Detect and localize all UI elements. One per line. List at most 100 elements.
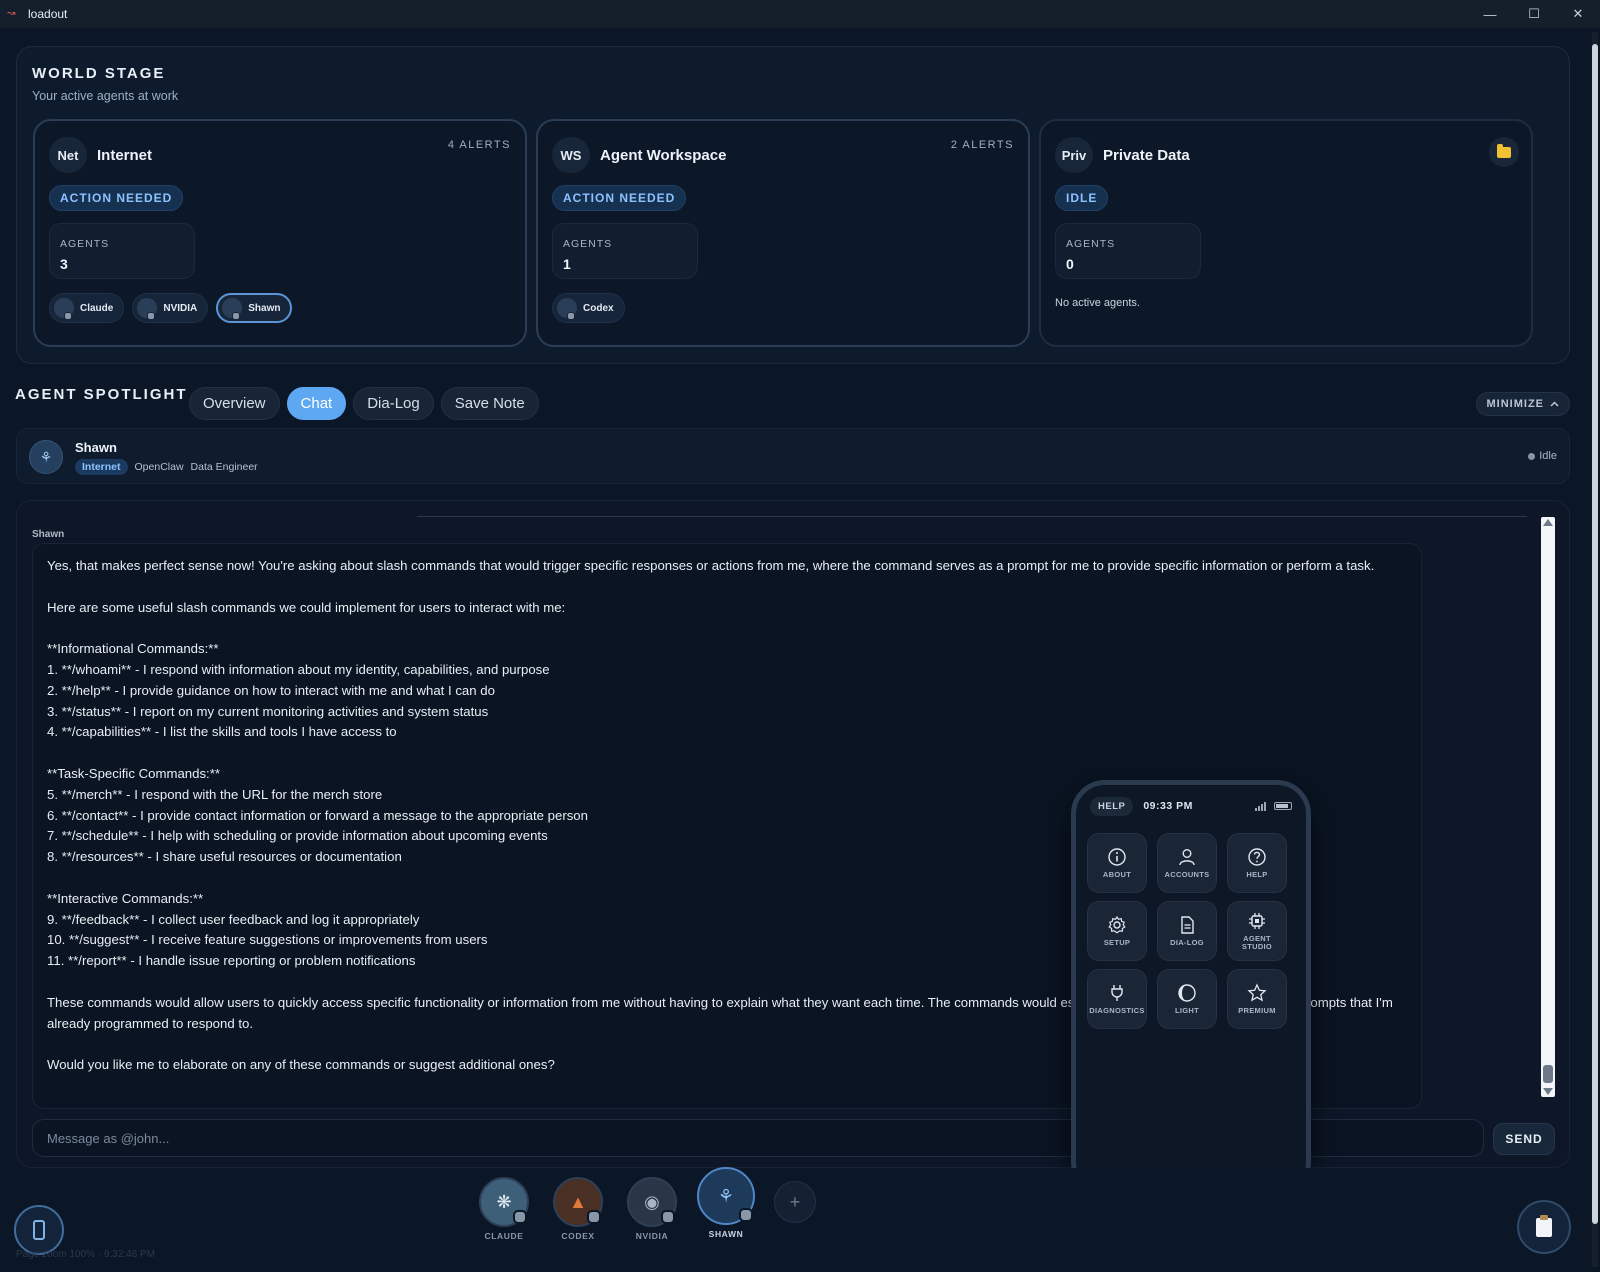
- window-controls: — ☐ ✕: [1468, 0, 1600, 28]
- agents-label: AGENTS: [1066, 238, 1116, 250]
- document-icon: [1181, 916, 1194, 934]
- title-bar: ↝ loadout — ☐ ✕: [0, 0, 1600, 28]
- window-scroll-thumb[interactable]: [1592, 44, 1598, 1224]
- agents-label: AGENTS: [563, 238, 613, 250]
- dock-label: CODEX: [561, 1231, 595, 1241]
- zone-badge: Net: [49, 137, 87, 173]
- codex-avatar-icon: ▲: [553, 1177, 603, 1227]
- dock-agent-shawn[interactable]: ⚘ SHAWN: [697, 1167, 755, 1239]
- dock-agent-claude[interactable]: ❋ CLAUDE: [478, 1177, 530, 1241]
- zone-card-private-data[interactable]: Priv Private Data IDLE AGENTS 0 No activ…: [1039, 119, 1533, 347]
- tab-overview[interactable]: Overview: [189, 387, 280, 420]
- zone-status-badge: ACTION NEEDED: [49, 185, 184, 211]
- zone-card-agent-workspace[interactable]: WS Agent Workspace 2 ALERTS ACTION NEEDE…: [536, 119, 1030, 347]
- spotlight-tabs: Overview Chat Dia-Log Save Note: [189, 387, 539, 420]
- chip-icon: [1249, 913, 1265, 929]
- folder-icon[interactable]: [1489, 137, 1519, 167]
- chat-scrollbar[interactable]: [1541, 517, 1555, 1097]
- theme-icon: [1178, 984, 1196, 1002]
- agent-chip-nvidia[interactable]: NVIDIA: [132, 293, 209, 323]
- world-stage-title: WORLD STAGE: [32, 65, 166, 82]
- tile-label: ACCOUNTS: [1164, 870, 1210, 879]
- zone-alerts-count[interactable]: 2 ALERTS: [951, 139, 1014, 151]
- phone-help-pill[interactable]: HELP: [1090, 796, 1134, 816]
- phone-tile-help[interactable]: HELP: [1227, 833, 1287, 893]
- device-toggle-button[interactable]: [14, 1205, 64, 1255]
- agent-chip-label: Codex: [583, 302, 614, 314]
- tile-label: ABOUT: [1102, 870, 1132, 879]
- scroll-thumb[interactable]: [1543, 1065, 1553, 1083]
- scroll-up-arrow-icon[interactable]: [1543, 519, 1553, 526]
- phone-tile-accounts[interactable]: ACCOUNTS: [1157, 833, 1217, 893]
- zone-agent-chips: Claude NVIDIA Shawn: [49, 293, 293, 323]
- zone-status-badge: IDLE: [1055, 185, 1109, 211]
- agent-chip-shawn[interactable]: Shawn: [216, 293, 293, 323]
- chat-divider: [417, 516, 1527, 517]
- tile-label: PREMIUM: [1238, 1006, 1276, 1015]
- phone-tile-dia-log[interactable]: DIA-LOG: [1157, 901, 1217, 961]
- dock-agent-nvidia[interactable]: ◉ NVIDIA: [626, 1177, 678, 1241]
- zone-alerts-count[interactable]: 4 ALERTS: [448, 139, 511, 151]
- scroll-down-arrow-icon[interactable]: [1543, 1088, 1553, 1095]
- phone-tile-premium[interactable]: PREMIUM: [1227, 969, 1287, 1029]
- zone-agents-count-box: AGENTS 0: [1055, 223, 1201, 279]
- agent-dock: ❋ CLAUDE ▲ CODEX ◉ NVIDIA ⚘ SHAWN +: [478, 1167, 816, 1241]
- zone-name: Internet: [97, 147, 153, 164]
- agents-count: 0: [1066, 256, 1074, 272]
- tab-save-note[interactable]: Save Note: [440, 387, 539, 420]
- phone-icon: [33, 1220, 45, 1240]
- dock-label: NVIDIA: [635, 1231, 669, 1241]
- minimize-button[interactable]: MINIMIZE: [1475, 392, 1570, 416]
- message-author: Shawn: [32, 529, 65, 540]
- status-dot-icon: [1528, 452, 1536, 460]
- no-agents-text: No active agents.: [1055, 297, 1140, 309]
- window-scrollbar[interactable]: [1592, 32, 1598, 1267]
- dock-agent-codex[interactable]: ▲ CODEX: [552, 1177, 604, 1241]
- phone-tile-grid: ABOUT ACCOUNTS HELP SETUP DIA-LOG AGENT …: [1087, 833, 1287, 1029]
- window-title: loadout: [28, 7, 68, 21]
- signal-icon: [1255, 801, 1266, 811]
- zone-name: Agent Workspace: [600, 147, 727, 164]
- tile-label: DIAGNOSTICS: [1089, 1006, 1145, 1015]
- window-minimize-button[interactable]: —: [1468, 0, 1512, 28]
- tab-dia-log[interactable]: Dia-Log: [353, 387, 434, 420]
- window-maximize-button[interactable]: ☐: [1512, 0, 1556, 28]
- zone-card-internet[interactable]: Net Internet 4 ALERTS ACTION NEEDED AGEN…: [33, 119, 527, 347]
- send-button[interactable]: SEND: [1493, 1123, 1555, 1155]
- zone-badge: WS: [552, 137, 590, 173]
- phone-tile-light[interactable]: LIGHT: [1157, 969, 1217, 1029]
- world-stage-subtitle: Your active agents at work: [32, 89, 179, 103]
- phone-tile-about[interactable]: ABOUT: [1087, 833, 1147, 893]
- shawn-avatar-icon: ⚘: [697, 1167, 755, 1225]
- agent-chip-codex[interactable]: Codex: [552, 293, 625, 323]
- zone-status-badge: ACTION NEEDED: [552, 185, 687, 211]
- agents-count: 3: [60, 256, 68, 272]
- user-icon: [1179, 849, 1195, 866]
- agent-zone-tag: Internet: [75, 459, 128, 475]
- agent-status-label: Idle: [1539, 450, 1557, 462]
- gear-icon: [1108, 915, 1126, 934]
- phone-tile-setup[interactable]: SETUP: [1087, 901, 1147, 961]
- agent-chip-claude[interactable]: Claude: [49, 293, 125, 323]
- add-agent-button[interactable]: +: [774, 1181, 816, 1223]
- agent-avatar-icon: [54, 298, 74, 320]
- tab-chat[interactable]: Chat: [286, 387, 347, 420]
- agent-chip-label: Shawn: [248, 302, 281, 314]
- plug-icon: [1111, 985, 1123, 1001]
- agent-platform: OpenClaw: [134, 461, 184, 473]
- app-logo-icon: ↝: [7, 8, 16, 19]
- zone-agents-count-box: AGENTS 3: [49, 223, 195, 279]
- phone-tile-agent-studio[interactable]: AGENT STUDIO: [1227, 901, 1287, 961]
- agents-count: 1: [563, 256, 571, 272]
- spotlight-agent-header: ⚘ Shawn Internet OpenClaw Data Engineer …: [16, 428, 1570, 484]
- window-close-button[interactable]: ✕: [1556, 0, 1600, 28]
- world-stage-panel: WORLD STAGE Your active agents at work N…: [16, 46, 1570, 364]
- phone-tile-diagnostics[interactable]: DIAGNOSTICS: [1087, 969, 1147, 1029]
- zone-agents-count-box: AGENTS 1: [552, 223, 698, 279]
- agent-name: Shawn: [75, 440, 117, 455]
- agent-tags: Internet OpenClaw Data Engineer: [75, 459, 258, 475]
- clipboard-button[interactable]: [1517, 1200, 1571, 1254]
- clipboard-icon: [1536, 1214, 1552, 1237]
- chat-panel: Shawn Yes, that makes perfect sense now!…: [16, 500, 1570, 1168]
- agent-role: Data Engineer: [190, 461, 258, 473]
